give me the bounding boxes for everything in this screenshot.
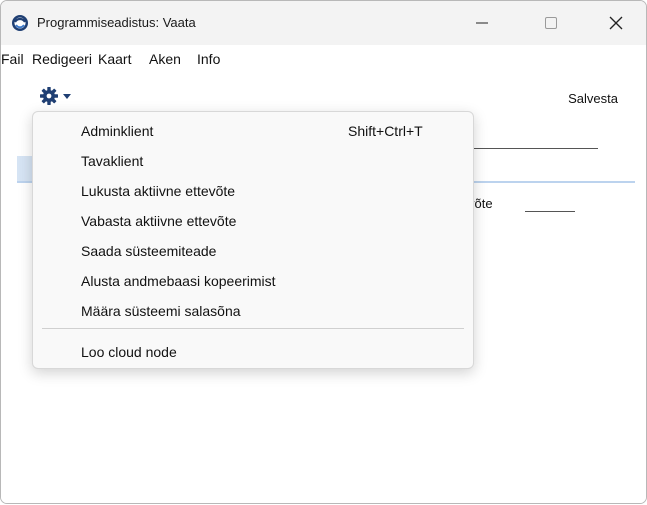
- menu-kaart[interactable]: Kaart: [98, 51, 131, 67]
- minimize-button[interactable]: [459, 1, 505, 45]
- menu-item-maara-salasona[interactable]: Määra süsteemi salasõna: [33, 295, 473, 325]
- operations-menu-button[interactable]: [39, 86, 79, 106]
- operations-dropdown-menu: Adminklient Shift+Ctrl+T Tavaklient Luku…: [32, 111, 474, 369]
- menu-aken[interactable]: Aken: [149, 51, 181, 67]
- field-underline[interactable]: [473, 148, 598, 149]
- app-window: Programmiseadistus: Vaata Fail Redigeeri…: [0, 0, 647, 504]
- minimize-icon: [476, 22, 488, 24]
- menu-item-label: Määra süsteemi salasõna: [81, 303, 241, 319]
- close-button[interactable]: [593, 1, 639, 45]
- maximize-button[interactable]: [528, 1, 574, 45]
- app-logo-icon: [12, 15, 28, 31]
- menu-item-adminklient[interactable]: Adminklient Shift+Ctrl+T: [33, 115, 473, 145]
- menu-item-label: Tavaklient: [81, 153, 144, 169]
- menu-item-shortcut: Shift+Ctrl+T: [348, 123, 423, 139]
- maximize-icon: [545, 17, 557, 29]
- menu-item-label: Saada süsteemiteade: [81, 243, 217, 259]
- menu-item-label: Alusta andmebaasi kopeerimist: [81, 273, 276, 289]
- menu-bar: Fail Redigeeri Kaart Aken Info: [1, 45, 646, 69]
- field-ettevote-input[interactable]: [525, 211, 575, 212]
- window-title: Programmiseadistus: Vaata: [37, 15, 196, 30]
- menu-separator: [42, 328, 464, 329]
- menu-item-label: Vabasta aktiivne ettevõte: [81, 213, 237, 229]
- menu-item-label: Adminklient: [81, 123, 154, 139]
- menu-item-saada-systeemiteade[interactable]: Saada süsteemiteade: [33, 235, 473, 265]
- menu-item-alusta-kopeerimist[interactable]: Alusta andmebaasi kopeerimist: [33, 265, 473, 295]
- menu-item-label: Loo cloud node: [81, 344, 177, 360]
- gear-icon: [40, 87, 58, 105]
- menu-item-tavaklient[interactable]: Tavaklient: [33, 145, 473, 175]
- chevron-down-icon: [63, 94, 71, 99]
- menu-redigeeri[interactable]: Redigeeri: [32, 51, 92, 67]
- menu-item-label: Lukusta aktiivne ettevõte: [81, 183, 236, 199]
- menu-info[interactable]: Info: [197, 51, 220, 67]
- menu-item-lukusta-ettevote[interactable]: Lukusta aktiivne ettevõte: [33, 175, 473, 205]
- title-bar[interactable]: Programmiseadistus: Vaata: [1, 1, 646, 45]
- close-icon: [609, 16, 623, 30]
- save-button[interactable]: Salvesta: [568, 91, 618, 106]
- menu-item-vabasta-ettevote[interactable]: Vabasta aktiivne ettevõte: [33, 205, 473, 235]
- menu-item-loo-cloud-node[interactable]: Loo cloud node: [33, 336, 473, 366]
- menu-fail[interactable]: Fail: [1, 51, 24, 67]
